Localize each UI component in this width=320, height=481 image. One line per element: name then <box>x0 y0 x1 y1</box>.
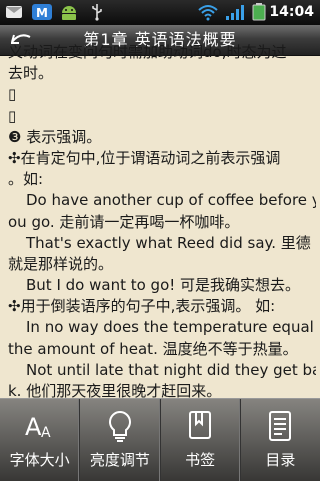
bookmark-label: 书签 <box>185 451 216 469</box>
wifi-icon <box>196 3 220 21</box>
font-size-button[interactable]: AA 字体大小 <box>0 399 81 481</box>
sms-icon <box>4 3 24 21</box>
reader-menu: AA 字体大小 亮度调节 书签 目录 <box>0 398 320 481</box>
text-line: ✣在肯定句中,位于谓语动词之前表示强调 <box>8 148 281 167</box>
font-size-label: 字体大小 <box>9 451 70 469</box>
font-size-icon: AA <box>0 409 79 443</box>
usb-icon <box>88 3 106 21</box>
table-of-contents-button[interactable]: 目录 <box>241 399 320 481</box>
svg-text:A: A <box>41 425 51 441</box>
brightness-button[interactable]: 亮度调节 <box>80 399 161 481</box>
text-line: 义动词在变问句时需加助动词do,时态为过 <box>8 43 287 61</box>
text-line: the amount of heat. 温度绝不等于热量。 <box>8 339 298 358</box>
table-of-contents-icon <box>241 409 320 443</box>
text-line: Do have another cup of coffee before y <box>26 191 316 210</box>
svg-text:M: M <box>36 6 48 20</box>
signal-icon <box>224 3 246 21</box>
text-line: Not until late that night did they get b… <box>26 360 316 379</box>
table-of-contents-label: 目录 <box>265 451 296 469</box>
bookmark-button[interactable]: 书签 <box>161 399 241 481</box>
text-line: ou go. 走前请一定再喝一杯咖啡。 <box>8 212 240 231</box>
clock: 14:04 <box>269 4 314 20</box>
text-line: 就是那样说的。 <box>8 254 114 273</box>
text-line: ▯ <box>8 106 17 125</box>
text-line: But I do want to go! 可是我确实想去。 <box>26 276 301 295</box>
svg-text:A: A <box>25 413 42 441</box>
bookmark-icon <box>161 409 240 443</box>
brightness-bulb-icon <box>80 409 159 443</box>
reading-content[interactable]: 义动词在变问句时需加助动词do,时态为过 去时。 ▯ ▯ ❸ 表示强调。 ✣在肯定句中,位… <box>8 42 316 402</box>
text-line: 去时。 <box>8 64 54 83</box>
text-line: ✣用于倒装语序的句子中,表示强调。 如: <box>8 297 276 316</box>
text-line: 。如: <box>8 170 44 189</box>
text-line: In no way does the temperature equal <box>26 318 314 337</box>
messaging-icon: M <box>30 3 54 21</box>
brightness-label: 亮度调节 <box>89 451 150 469</box>
android-icon <box>58 3 80 21</box>
status-bar: M 14:04 <box>0 0 320 25</box>
text-line: ▯ <box>8 85 17 104</box>
text-line: That's exactly what Reed did say. 里德 <box>26 233 311 252</box>
battery-icon <box>250 3 268 21</box>
text-line: ❸ 表示强调。 <box>8 127 102 146</box>
